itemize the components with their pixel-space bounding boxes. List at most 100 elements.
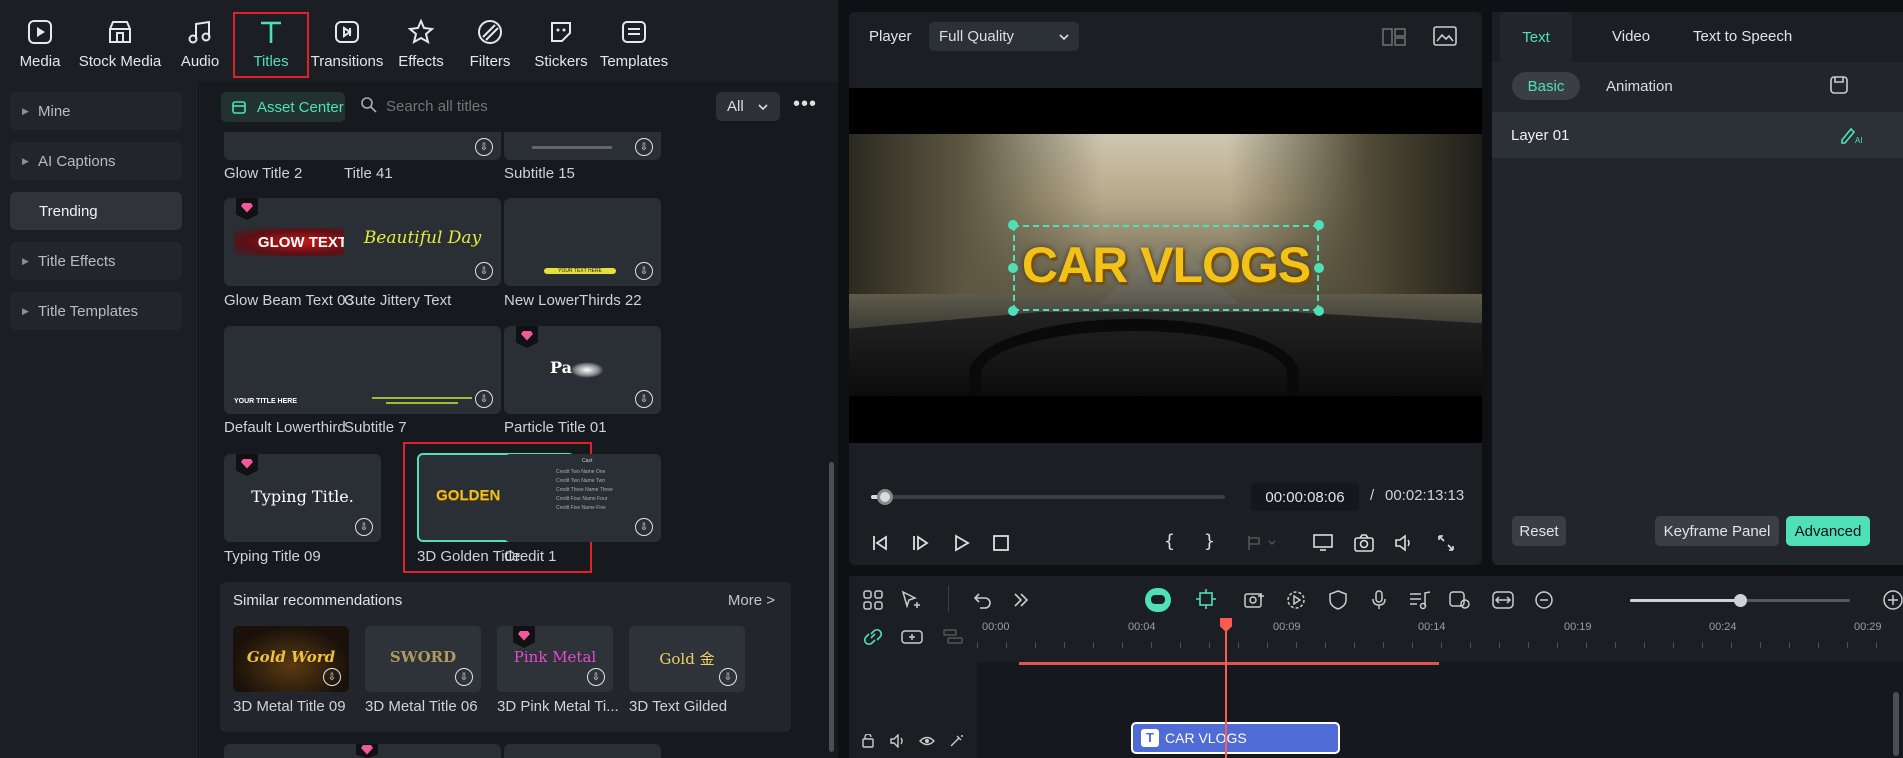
mark-out-icon[interactable]: } xyxy=(1204,531,1215,552)
rec-thumb-3d-metal-title-09[interactable]: Gold Word ⇩ xyxy=(233,626,349,692)
resize-handle[interactable] xyxy=(1008,306,1018,316)
download-icon[interactable]: ⇩ xyxy=(719,668,737,686)
subtab-animation[interactable]: Animation xyxy=(1606,78,1673,95)
track-manager-icon[interactable] xyxy=(943,628,963,649)
select-tool-icon[interactable] xyxy=(901,590,923,613)
title-thumb-subtitle-15[interactable]: ⇩ xyxy=(504,132,661,160)
playback-progress-track[interactable] xyxy=(871,489,1225,505)
title-thumb-title-41[interactable]: ⇩ xyxy=(344,132,501,160)
mute-track-icon[interactable] xyxy=(890,733,906,751)
volume-icon[interactable] xyxy=(1394,534,1414,555)
undo-icon[interactable] xyxy=(973,590,993,613)
layout-icon[interactable] xyxy=(1382,28,1406,49)
zoom-in-icon[interactable] xyxy=(1882,589,1903,614)
eye-icon[interactable] xyxy=(919,734,935,751)
tab-titles[interactable]: Titles xyxy=(233,12,309,78)
download-icon[interactable]: ⇩ xyxy=(587,668,605,686)
rec-thumb-3d-text-gilded[interactable]: Gold 金 ⇩ xyxy=(629,626,745,692)
download-icon[interactable]: ⇩ xyxy=(455,668,473,686)
auto-highlight-icon[interactable] xyxy=(1195,588,1217,613)
more-link[interactable]: More > xyxy=(728,592,775,609)
scrollbar-thumb[interactable] xyxy=(829,462,834,752)
ai-tools-icon[interactable] xyxy=(1449,590,1471,613)
play-icon[interactable] xyxy=(953,534,971,555)
download-icon[interactable]: ⇩ xyxy=(635,518,653,536)
layout-grid-icon[interactable] xyxy=(863,590,883,613)
download-icon[interactable]: ⇩ xyxy=(475,262,493,280)
playback-progress-handle[interactable] xyxy=(877,489,894,505)
filter-dropdown[interactable]: All xyxy=(716,92,780,121)
download-icon[interactable]: ⇩ xyxy=(635,138,653,156)
auto-ai-icon[interactable] xyxy=(949,734,965,751)
audio-track-icon[interactable] xyxy=(1409,590,1431,613)
title-thumb-subtitle-7[interactable]: ⇩ xyxy=(344,326,501,414)
sidebar-item-trending[interactable]: Trending xyxy=(10,192,182,230)
video-preview[interactable]: CAR VLOGS xyxy=(849,88,1482,443)
zoom-slider-track[interactable] xyxy=(1630,594,1850,607)
shield-icon[interactable] xyxy=(1329,590,1347,613)
more-tools-icon[interactable] xyxy=(1012,590,1030,613)
tab-stickers[interactable]: Stickers xyxy=(534,10,588,76)
download-icon[interactable]: ⇩ xyxy=(635,390,653,408)
timeline-ruler[interactable]: 00:00 00:04 00:09 00:14 00:19 00:24 00:2… xyxy=(977,618,1903,648)
tab-stock-media[interactable]: Stock Media xyxy=(78,10,162,76)
ai-edit-icon[interactable]: AI xyxy=(1839,125,1865,148)
track-area[interactable] xyxy=(977,662,1903,758)
snapshot-image-icon[interactable] xyxy=(1433,26,1457,49)
quality-dropdown[interactable]: Full Quality xyxy=(929,22,1079,51)
title-clip[interactable]: T CAR VLOGS xyxy=(1131,722,1340,754)
more-options-icon[interactable]: ••• xyxy=(792,92,818,120)
download-icon[interactable]: ⇩ xyxy=(475,390,493,408)
zoom-slider-handle[interactable] xyxy=(1734,594,1747,607)
resize-handle[interactable] xyxy=(1008,220,1018,230)
resize-handle[interactable] xyxy=(1314,306,1324,316)
zoom-out-icon[interactable] xyxy=(1534,590,1554,613)
tab-text-to-speech[interactable]: Text to Speech xyxy=(1693,28,1792,45)
timeline-scrollbar[interactable] xyxy=(1893,692,1899,756)
link-icon[interactable] xyxy=(863,628,883,649)
sidebar-item-title-effects[interactable]: ▶ Title Effects xyxy=(10,242,182,280)
display-settings-icon[interactable] xyxy=(1313,534,1335,555)
overlay-title-text[interactable]: CAR VLOGS xyxy=(1013,236,1319,294)
sidebar-item-mine[interactable]: ▶ Mine xyxy=(10,92,182,130)
playhead-line[interactable] xyxy=(1225,626,1227,758)
camera-snapshot-icon[interactable] xyxy=(1354,534,1374,555)
fullscreen-icon[interactable] xyxy=(1437,534,1455,555)
title-thumb-typing-title-09[interactable]: Typing Title. ⇩ xyxy=(224,454,381,542)
speed-ramp-icon[interactable] xyxy=(1286,590,1306,613)
keyframe-panel-button[interactable]: Keyframe Panel xyxy=(1655,516,1779,546)
microphone-icon[interactable] xyxy=(1371,590,1387,613)
tab-media[interactable]: Media xyxy=(16,10,64,76)
rec-thumb-3d-metal-title-06[interactable]: SWORD ⇩ xyxy=(365,626,481,692)
search-input[interactable] xyxy=(386,92,686,120)
title-thumb-cute-jittery-text[interactable]: Beautiful Day ⇩ xyxy=(344,198,501,286)
asset-center-button[interactable]: Asset Center xyxy=(221,92,345,122)
tab-audio[interactable]: Audio xyxy=(178,10,222,76)
add-track-icon[interactable] xyxy=(901,628,923,649)
stop-icon[interactable] xyxy=(993,535,1009,554)
title-thumb-partial[interactable] xyxy=(344,744,501,758)
next-frame-icon[interactable] xyxy=(911,534,929,555)
save-preset-icon[interactable] xyxy=(1830,76,1848,97)
tab-filters[interactable]: Filters xyxy=(466,10,514,76)
title-thumb-new-lowerthirds-22[interactable]: YOUR TEXT HERE ⇩ xyxy=(504,198,661,286)
mark-in-icon[interactable]: { xyxy=(1164,531,1175,552)
reset-button[interactable]: Reset xyxy=(1512,516,1566,546)
ai-mate-icon[interactable] xyxy=(1145,588,1171,612)
tab-video[interactable]: Video xyxy=(1612,28,1650,45)
layer-row[interactable]: Layer 01 AI xyxy=(1492,112,1903,158)
tab-effects[interactable]: Effects xyxy=(397,10,445,76)
title-thumb-particle-title-01[interactable]: Pa ⇩ xyxy=(504,326,661,414)
lock-track-icon[interactable] xyxy=(861,733,875,751)
tab-templates[interactable]: Templates xyxy=(600,10,668,76)
subtab-basic[interactable]: Basic xyxy=(1512,72,1580,100)
download-icon[interactable]: ⇩ xyxy=(475,138,493,156)
sidebar-item-ai-captions[interactable]: ▶ AI Captions xyxy=(10,142,182,180)
download-icon[interactable]: ⇩ xyxy=(635,262,653,280)
download-icon[interactable]: ⇩ xyxy=(355,518,373,536)
previous-frame-icon[interactable] xyxy=(871,534,889,555)
record-screen-icon[interactable] xyxy=(1244,590,1266,613)
download-icon[interactable]: ⇩ xyxy=(323,668,341,686)
title-thumb-partial[interactable] xyxy=(504,744,661,758)
tab-transitions[interactable]: Transitions xyxy=(310,10,384,76)
